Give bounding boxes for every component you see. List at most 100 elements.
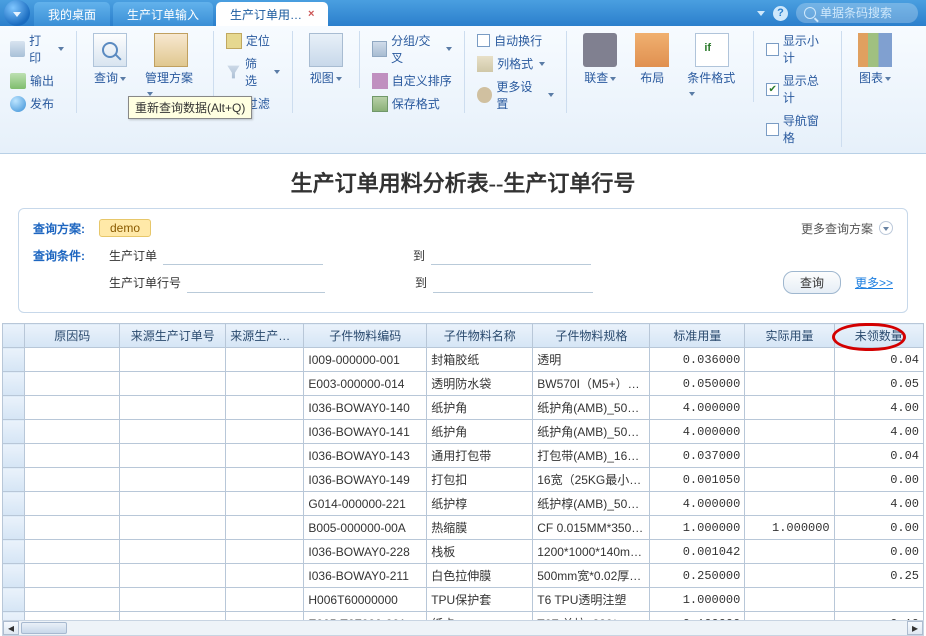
column-format-button[interactable]: 列格式: [475, 54, 556, 73]
row-header[interactable]: [3, 492, 25, 516]
cell-source-order-line[interactable]: [226, 444, 304, 468]
locate-button[interactable]: 定位: [224, 31, 282, 50]
cell-standard-usage[interactable]: 0.050000: [650, 372, 745, 396]
nav-pane-toggle[interactable]: 导航窗格: [764, 111, 831, 147]
horizontal-scrollbar[interactable]: ◂ ▸: [2, 620, 924, 636]
cell-unreceived-qty[interactable]: 0.00: [834, 468, 923, 492]
cell-material-name[interactable]: 打包扣: [427, 468, 533, 492]
col-material-code[interactable]: 子件物料编码: [304, 324, 427, 348]
cell-unreceived-qty[interactable]: 4.00: [834, 396, 923, 420]
col-material-spec[interactable]: 子件物料规格: [533, 324, 650, 348]
row-header[interactable]: [3, 444, 25, 468]
cell-source-order-no[interactable]: [120, 492, 226, 516]
row-selector-header[interactable]: [3, 324, 25, 348]
cell-material-code[interactable]: I009-000000-001: [304, 348, 427, 372]
table-row[interactable]: G014-000000-221纸护椁纸护椁(AMB)_50…4.000000 4.…: [3, 492, 924, 516]
cell-reason-code[interactable]: [25, 444, 120, 468]
cell-material-code[interactable]: G014-000000-221: [304, 492, 427, 516]
cell-standard-usage[interactable]: 0.001050: [650, 468, 745, 492]
group-button[interactable]: 分组/交叉: [370, 31, 454, 67]
col-unreceived-qty[interactable]: 未领数量: [834, 324, 923, 348]
cell-reason-code[interactable]: [25, 492, 120, 516]
production-order-line-to-input[interactable]: [433, 273, 593, 293]
cell-material-name[interactable]: 纸护角: [427, 396, 533, 420]
help-icon[interactable]: ?: [773, 6, 788, 21]
cell-reason-code[interactable]: [25, 468, 120, 492]
cell-material-name[interactable]: 透明防水袋: [427, 372, 533, 396]
cell-reason-code[interactable]: [25, 588, 120, 612]
production-order-line-from-input[interactable]: [187, 273, 325, 293]
cell-unreceived-qty[interactable]: [834, 588, 923, 612]
cell-actual-usage[interactable]: [745, 540, 834, 564]
cell-actual-usage[interactable]: [745, 444, 834, 468]
cell-material-spec[interactable]: 透明: [533, 348, 650, 372]
manage-plan-button[interactable]: 管理方案: [139, 31, 203, 102]
cell-material-name[interactable]: 纸护椁: [427, 492, 533, 516]
col-actual-usage[interactable]: 实际用量: [745, 324, 834, 348]
scroll-left-arrow-icon[interactable]: ◂: [3, 621, 19, 635]
cell-reason-code[interactable]: [25, 420, 120, 444]
cell-source-order-line[interactable]: [226, 348, 304, 372]
cell-source-order-line[interactable]: [226, 564, 304, 588]
more-query-plan-link[interactable]: 更多查询方案: [801, 220, 873, 237]
save-format-button[interactable]: 保存格式: [370, 94, 454, 113]
cell-unreceived-qty[interactable]: 0.25: [834, 564, 923, 588]
filter-button[interactable]: 筛选: [224, 54, 282, 90]
table-row[interactable]: I036-BOWAY0-140纸护角纸护角(AMB)_50…4.0000004.…: [3, 396, 924, 420]
cell-unreceived-qty[interactable]: 4.00: [834, 492, 923, 516]
cell-unreceived-qty[interactable]: 0.00: [834, 516, 923, 540]
cell-material-name[interactable]: 热缩膜: [427, 516, 533, 540]
autowrap-toggle[interactable]: 自动换行: [475, 31, 556, 50]
table-row[interactable]: E003-000000-014透明防水袋BW570I（M5+）透…0.05000…: [3, 372, 924, 396]
table-row[interactable]: I036-BOWAY0-149打包扣16宽（25KG最小…0.0010500.0…: [3, 468, 924, 492]
cell-unreceived-qty[interactable]: 0.05: [834, 372, 923, 396]
query-submit-button[interactable]: 查询: [783, 271, 841, 294]
print-button[interactable]: 打印: [8, 31, 66, 67]
cell-material-spec[interactable]: 纸护椁(AMB)_50…: [533, 492, 650, 516]
production-order-from-input[interactable]: [163, 245, 323, 265]
cell-source-order-line[interactable]: [226, 372, 304, 396]
cell-source-order-no[interactable]: [120, 372, 226, 396]
row-header[interactable]: [3, 564, 25, 588]
layout-button[interactable]: 布局: [629, 31, 675, 102]
table-row[interactable]: I036-BOWAY0-141纸护角纸护角(AMB)_50…4.0000004.…: [3, 420, 924, 444]
cell-material-code[interactable]: B005-000000-00A: [304, 516, 427, 540]
cell-material-spec[interactable]: 16宽（25KG最小…: [533, 468, 650, 492]
col-source-order-no[interactable]: 来源生产订单号: [120, 324, 226, 348]
table-row[interactable]: I036-BOWAY0-143通用打包带打包带(AMB)_16…0.037000…: [3, 444, 924, 468]
chart-button[interactable]: 图表: [852, 31, 898, 88]
cell-actual-usage[interactable]: [745, 564, 834, 588]
cell-actual-usage[interactable]: [745, 420, 834, 444]
scroll-right-arrow-icon[interactable]: ▸: [907, 621, 923, 635]
query-plan-demo-tag[interactable]: demo: [99, 219, 151, 237]
cell-material-code[interactable]: I036-BOWAY0-143: [304, 444, 427, 468]
cell-material-name[interactable]: 白色拉伸膜: [427, 564, 533, 588]
row-header[interactable]: [3, 348, 25, 372]
cell-unreceived-qty[interactable]: 4.00: [834, 420, 923, 444]
cell-unreceived-qty[interactable]: 0.04: [834, 444, 923, 468]
row-header[interactable]: [3, 420, 25, 444]
cell-standard-usage[interactable]: 4.000000: [650, 492, 745, 516]
row-header[interactable]: [3, 468, 25, 492]
cell-source-order-line[interactable]: [226, 396, 304, 420]
custom-sort-button[interactable]: 自定义排序: [370, 71, 454, 90]
production-order-to-input[interactable]: [431, 245, 591, 265]
cell-source-order-line[interactable]: [226, 588, 304, 612]
cell-reason-code[interactable]: [25, 516, 120, 540]
cell-material-name[interactable]: 栈板: [427, 540, 533, 564]
tab-production-order-input[interactable]: 生产订单输入: [113, 2, 213, 26]
cell-material-spec[interactable]: T6 TPU透明注塑: [533, 588, 650, 612]
cell-material-code[interactable]: I036-BOWAY0-140: [304, 396, 427, 420]
row-header[interactable]: [3, 396, 25, 420]
cell-unreceived-qty[interactable]: 0.04: [834, 348, 923, 372]
table-row[interactable]: H006T60000000TPU保护套T6 TPU透明注塑1.000000: [3, 588, 924, 612]
cell-source-order-no[interactable]: [120, 540, 226, 564]
cell-source-order-line[interactable]: [226, 516, 304, 540]
cell-material-spec[interactable]: BW570I（M5+）透…: [533, 372, 650, 396]
col-reason-code[interactable]: 原因码: [25, 324, 120, 348]
cell-source-order-no[interactable]: [120, 396, 226, 420]
table-row[interactable]: I036-BOWAY0-228栈板1200*1000*140m…0.001042…: [3, 540, 924, 564]
cell-actual-usage[interactable]: [745, 348, 834, 372]
row-header[interactable]: [3, 516, 25, 540]
table-row[interactable]: I036-BOWAY0-211白色拉伸膜500mm宽*0.02厚…0.25000…: [3, 564, 924, 588]
